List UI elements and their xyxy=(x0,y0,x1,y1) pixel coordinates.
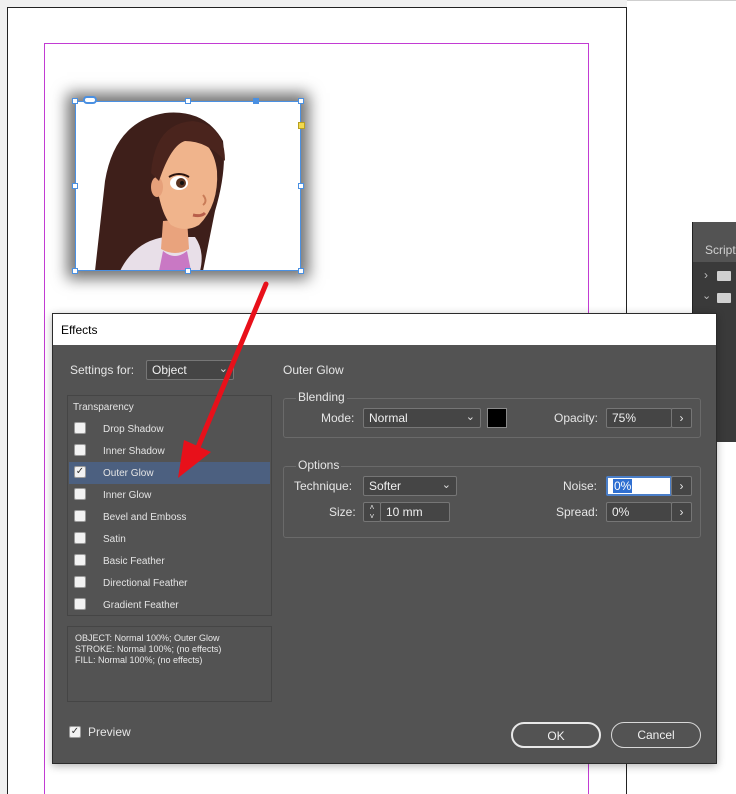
effect-item-label: Inner Glow xyxy=(103,490,152,501)
glow-color-swatch[interactable] xyxy=(487,408,507,428)
technique-select[interactable]: Softer ⌄ xyxy=(363,476,457,496)
resize-handle[interactable] xyxy=(72,98,78,104)
divider xyxy=(627,0,736,1)
resize-handle[interactable] xyxy=(72,183,78,189)
chevron-down-icon: ⌄ xyxy=(218,363,228,375)
noise-flyout-button[interactable]: › xyxy=(671,476,692,496)
checkbox-icon[interactable] xyxy=(74,422,86,434)
scripts-panel-tab[interactable]: Script xyxy=(693,222,736,262)
spread-input[interactable]: 0% xyxy=(606,502,672,522)
checkbox-icon[interactable] xyxy=(74,532,86,544)
chevron-down-icon: ⌄ xyxy=(441,479,451,491)
effect-item-label: Bevel and Emboss xyxy=(103,512,187,523)
cancel-button[interactable]: Cancel xyxy=(611,722,701,748)
spread-label: Spread: xyxy=(556,505,599,519)
effect-item-directional-feather[interactable]: Directional Feather xyxy=(69,572,270,594)
mode-select[interactable]: Normal ⌄ xyxy=(363,408,481,428)
noise-value: 0% xyxy=(613,479,633,493)
effect-item-label: Basic Feather xyxy=(103,556,165,567)
size-input[interactable]: 10 mm xyxy=(380,502,450,522)
summary-line: STROKE: Normal 100%; (no effects) xyxy=(75,644,222,654)
chevron-down-icon[interactable]: ⌄ xyxy=(702,289,711,302)
resize-handle[interactable] xyxy=(185,98,191,104)
technique-value: Softer xyxy=(369,479,402,493)
folder-icon xyxy=(717,293,731,303)
effect-item-label: Satin xyxy=(103,534,126,545)
settings-for-value: Object xyxy=(152,363,187,377)
noise-input[interactable]: 0% xyxy=(606,476,672,496)
effect-item-drop-shadow[interactable]: Drop Shadow xyxy=(69,418,270,440)
opacity-input[interactable]: 75% xyxy=(606,408,672,428)
selection-border xyxy=(75,101,301,271)
opacity-value: 75% xyxy=(612,411,637,425)
effect-item-label: Outer Glow xyxy=(103,468,154,479)
effect-item-bevel-and-emboss[interactable]: Bevel and Emboss xyxy=(69,506,270,528)
effect-item-outer-glow[interactable]: ✓ Outer Glow xyxy=(69,462,270,484)
spread-value: 0% xyxy=(612,505,630,519)
resize-handle[interactable] xyxy=(185,268,191,274)
effect-item-satin[interactable]: Satin xyxy=(69,528,270,550)
checkbox-icon[interactable]: ✓ xyxy=(69,726,81,738)
noise-label: Noise: xyxy=(563,479,598,493)
checkbox-icon[interactable]: ✓ xyxy=(74,466,86,478)
checkbox-icon[interactable] xyxy=(74,488,86,500)
chevron-down-icon: ⌄ xyxy=(465,411,475,423)
effects-list: Transparency Drop Shadow Inner Shadow ✓ Out… xyxy=(67,395,272,616)
content-grabber-handle[interactable] xyxy=(253,98,259,104)
checkbox-icon[interactable] xyxy=(74,554,86,566)
corner-options-handle[interactable] xyxy=(298,122,305,129)
checkbox-icon[interactable] xyxy=(74,598,86,610)
effect-item-basic-feather[interactable]: Basic Feather xyxy=(69,550,270,572)
size-value: 10 mm xyxy=(386,505,423,519)
effect-item-label: Directional Feather xyxy=(103,578,188,589)
checkbox-icon[interactable] xyxy=(74,510,86,522)
dialog-title: Effects xyxy=(53,314,716,345)
list-header-transparency[interactable]: Transparency xyxy=(69,396,270,418)
summary-line: OBJECT: Normal 100%; Outer Glow xyxy=(75,633,220,643)
effects-summary: OBJECT: Normal 100%; Outer Glow STROKE: … xyxy=(67,626,272,702)
checkbox-icon[interactable] xyxy=(74,444,86,456)
effects-dialog: Effects Settings for: Object ⌄ Transpare… xyxy=(52,313,717,764)
section-title: Outer Glow xyxy=(283,363,344,377)
size-label: Size: xyxy=(329,505,356,519)
resize-handle[interactable] xyxy=(72,268,78,274)
resize-handle[interactable] xyxy=(298,183,304,189)
size-stepper[interactable]: ˄ ˅ xyxy=(363,502,381,522)
settings-for-label: Settings for: xyxy=(70,363,135,377)
folder-icon xyxy=(717,271,731,281)
effect-item-gradient-feather[interactable]: Gradient Feather xyxy=(69,594,270,616)
opacity-flyout-button[interactable]: › xyxy=(671,408,692,428)
mode-label: Mode: xyxy=(321,411,355,425)
summary-line: FILL: Normal 100%; (no effects) xyxy=(75,655,203,665)
chain-icon[interactable] xyxy=(83,96,97,104)
resize-handle[interactable] xyxy=(298,98,304,104)
effect-item-inner-glow[interactable]: Inner Glow xyxy=(69,484,270,506)
scripts-folder-row[interactable]: ⌄ xyxy=(693,287,736,309)
indesign-screen: Script › ⌄ Effects Settings for: Object … xyxy=(0,0,736,794)
mode-value: Normal xyxy=(369,411,408,425)
technique-label: Technique: xyxy=(294,479,353,493)
effect-item-inner-shadow[interactable]: Inner Shadow xyxy=(69,440,270,462)
settings-for-select[interactable]: Object ⌄ xyxy=(146,360,234,380)
chevron-right-icon[interactable]: › xyxy=(704,268,708,282)
resize-handle[interactable] xyxy=(298,268,304,274)
effect-item-label: Inner Shadow xyxy=(103,446,165,457)
effect-item-label: Gradient Feather xyxy=(103,600,179,611)
opacity-label: Opacity: xyxy=(554,411,599,425)
preview-label: Preview xyxy=(88,725,131,739)
effect-item-label: Drop Shadow xyxy=(103,424,164,435)
blending-title: Blending xyxy=(296,390,347,404)
ok-button[interactable]: OK xyxy=(511,722,601,748)
options-title: Options xyxy=(296,458,342,472)
spread-flyout-button[interactable]: › xyxy=(671,502,692,522)
checkbox-icon[interactable] xyxy=(74,576,86,588)
scripts-folder-row[interactable]: › xyxy=(693,265,736,287)
